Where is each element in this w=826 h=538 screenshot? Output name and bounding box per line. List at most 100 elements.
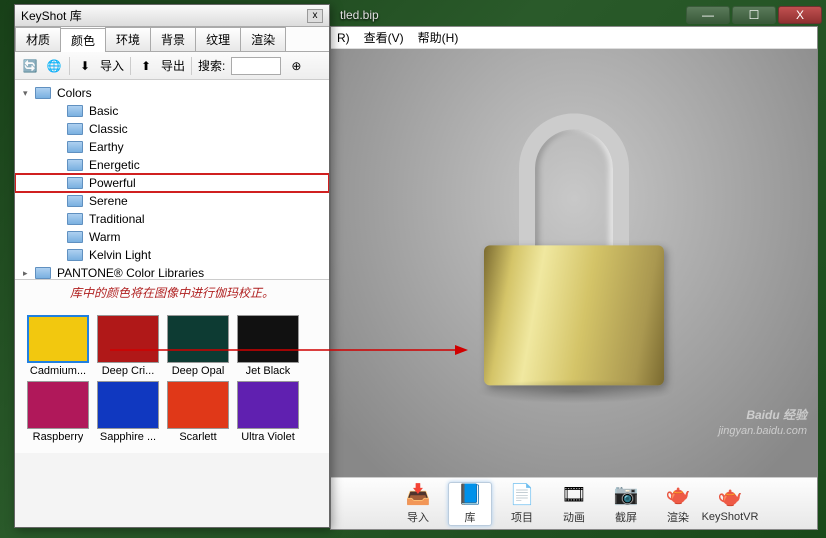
swatch-label: Deep Opal [172, 365, 225, 377]
library-title: KeyShot 库 [21, 7, 307, 24]
tree-label: Energetic [89, 158, 140, 172]
tree-item-Kelvin-Light[interactable]: Kelvin Light [15, 246, 329, 264]
swatch-color [167, 381, 229, 429]
tree-item-Energetic[interactable]: Energetic [15, 156, 329, 174]
toolbar-item-动画[interactable]: 🎞 动画 [552, 483, 596, 525]
toolbar-label: 导入 [407, 509, 429, 525]
folder-icon [35, 267, 51, 279]
toolbar-icon: 🫖 [716, 485, 744, 509]
folder-icon [67, 123, 83, 135]
watermark: Baidu 经验 jingyan.baidu.com [718, 402, 807, 437]
tree-item-Colors[interactable]: ▾Colors [15, 84, 329, 102]
swatch-color [27, 315, 89, 363]
window-minimize-button[interactable]: — [686, 6, 730, 24]
main-window-content: R) 查看(V) 帮助(H) Baidu 经验 jingyan.baidu.co… [330, 26, 818, 530]
library-toolbar: 🔄 🌐 ⬇ 导入 ⬆ 导出 搜索: ⊕ [15, 52, 329, 80]
toolbar-item-项目[interactable]: 📄 项目 [500, 483, 544, 525]
tab-颜色[interactable]: 颜色 [60, 28, 106, 52]
swatch-color [97, 315, 159, 363]
target-icon[interactable]: ⊕ [287, 57, 305, 75]
tree-item-PANTONE-Color-Libraries[interactable]: ▸ PANTONE® Color Libraries [15, 264, 329, 280]
main-window-titlebar: tled.bip — ☐ X [330, 5, 826, 25]
toolbar-label: 库 [465, 509, 476, 525]
swatch-Raspberry[interactable]: Raspberry [25, 381, 91, 443]
swatch-Sapphire-[interactable]: Sapphire ... [95, 381, 161, 443]
globe-icon[interactable]: 🌐 [45, 57, 63, 75]
swatch-Deep-Cri-[interactable]: Deep Cri... [95, 315, 161, 377]
toolbar-item-KeyShotVR[interactable]: 🫖KeyShotVR [708, 485, 752, 523]
swatch-color [237, 381, 299, 429]
tab-环境[interactable]: 环境 [105, 27, 151, 51]
folder-icon [35, 87, 51, 99]
swatch-Deep-Opal[interactable]: Deep Opal [165, 315, 231, 377]
tree-item-Serene[interactable]: Serene [15, 192, 329, 210]
tree-label: Earthy [89, 140, 124, 154]
swatch-color [167, 315, 229, 363]
swatch-label: Cadmium... [30, 365, 86, 377]
tree-arrow-icon: ▾ [23, 88, 35, 99]
tree-label: Classic [89, 122, 128, 136]
window-close-button[interactable]: X [778, 6, 822, 24]
toolbar-item-导入[interactable]: 📥导入 [396, 483, 440, 525]
swatch-label: Sapphire ... [100, 431, 156, 443]
down-arrow-icon[interactable]: ⬇ [76, 57, 94, 75]
toolbar-item-渲染[interactable]: 🫖渲染 [656, 483, 700, 525]
search-label: 搜索: [198, 57, 225, 74]
swatch-color [237, 315, 299, 363]
swatch-area: Cadmium... Deep Cri... Deep Opal Jet Black R… [15, 305, 329, 453]
toolbar-icon: 🫖 [664, 483, 692, 507]
export-label[interactable]: 导出 [161, 57, 185, 74]
viewport-3d[interactable]: Baidu 经验 jingyan.baidu.com [331, 49, 817, 477]
folder-icon [67, 249, 83, 261]
tree-label: Kelvin Light [89, 248, 151, 262]
swatch-label: Deep Cri... [102, 365, 155, 377]
tab-背景[interactable]: 背景 [150, 27, 196, 51]
tree-item-Warm[interactable]: Warm [15, 228, 329, 246]
tree-label: Basic [89, 104, 118, 118]
main-menubar: R) 查看(V) 帮助(H) [331, 27, 817, 49]
swatch-color [97, 381, 159, 429]
import-label[interactable]: 导入 [100, 57, 124, 74]
tab-渲染[interactable]: 渲染 [240, 27, 286, 51]
menu-item-r[interactable]: R) [337, 31, 350, 45]
folder-icon [67, 195, 83, 207]
swatch-label: Scarlett [179, 431, 216, 443]
refresh-icon[interactable]: 🔄 [21, 57, 39, 75]
menu-item-view[interactable]: 查看(V) [364, 29, 404, 46]
tree-item-Classic[interactable]: Classic [15, 120, 329, 138]
swatch-Cadmium-[interactable]: Cadmium... [25, 315, 91, 377]
swatch-Scarlett[interactable]: Scarlett [165, 381, 231, 443]
window-maximize-button[interactable]: ☐ [732, 6, 776, 24]
tree-label: Traditional [89, 212, 145, 226]
tree-item-Traditional[interactable]: Traditional [15, 210, 329, 228]
toolbar-icon: 🎞 [560, 483, 588, 507]
toolbar-label: 项目 [511, 509, 533, 525]
toolbar-item-库[interactable]: 📘库 [448, 482, 492, 526]
padlock-shadow [474, 379, 674, 403]
swatch-label: Ultra Violet [241, 431, 295, 443]
swatch-label: Jet Black [246, 365, 291, 377]
menu-item-help[interactable]: 帮助(H) [418, 29, 459, 46]
folder-icon [67, 213, 83, 225]
tab-材质[interactable]: 材质 [15, 27, 61, 51]
tab-纹理[interactable]: 纹理 [195, 27, 241, 51]
library-close-button[interactable]: x [307, 9, 323, 23]
toolbar-label: 动画 [563, 509, 585, 525]
swatch-Jet-Black[interactable]: Jet Black [235, 315, 301, 377]
toolbar-icon: 📄 [508, 483, 536, 507]
search-input[interactable] [231, 57, 281, 75]
folder-icon [67, 231, 83, 243]
library-panel: KeyShot 库 x 材质颜色环境背景纹理渲染 🔄 🌐 ⬇ 导入 ⬆ 导出 搜… [14, 4, 330, 528]
toolbar-icon: 📷 [612, 483, 640, 507]
tree-item-Earthy[interactable]: Earthy [15, 138, 329, 156]
swatch-Ultra-Violet[interactable]: Ultra Violet [235, 381, 301, 443]
tree-label: PANTONE® Color Libraries [57, 266, 204, 280]
tree-item-Basic[interactable]: Basic [15, 102, 329, 120]
toolbar-item-截屏[interactable]: 📷截屏 [604, 483, 648, 525]
up-arrow-icon[interactable]: ⬆ [137, 57, 155, 75]
tree-arrow-icon: ▸ [23, 268, 35, 279]
toolbar-label: KeyShotVR [702, 511, 759, 523]
tree-item-Powerful[interactable]: Powerful [15, 174, 329, 192]
padlock-shackle [519, 113, 629, 253]
library-titlebar[interactable]: KeyShot 库 x [15, 5, 329, 27]
